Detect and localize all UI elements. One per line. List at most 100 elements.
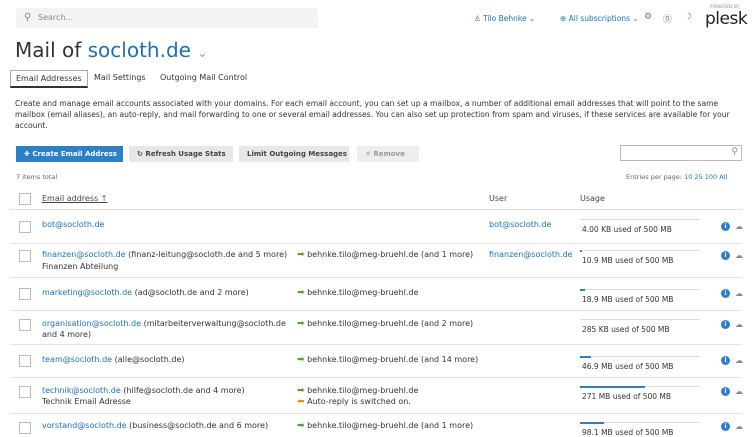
email-link[interactable]: organisation@socloth.de — [42, 319, 141, 328]
info-icon[interactable]: i — [721, 387, 730, 396]
usage-bar — [580, 289, 585, 291]
refresh-usage-label: Refresh Usage Stats — [145, 150, 226, 158]
table-row: bot@socloth.de bot@socloth.de 4.00 KB us… — [10, 211, 745, 244]
row-checkbox[interactable] — [19, 422, 31, 434]
table-row: organisation@socloth.de (mitarbeiterverw… — [10, 311, 745, 345]
tab-email-addresses[interactable]: Email Addresses — [10, 70, 88, 88]
col-usage-header: Usage — [580, 194, 605, 203]
select-all-checkbox[interactable] — [19, 193, 31, 205]
limit-outgoing-button[interactable]: Limit Outgoing Messages — [239, 146, 349, 162]
usage-text: 4.00 KB used of 500 MB — [582, 225, 672, 234]
forwarding-cell: ➡ behnke.tilo@meg-bruehl.de (and 1 more) — [297, 421, 473, 431]
chat-icon[interactable]: ☁ — [735, 251, 745, 260]
autoreply-cell: ⬅ Auto-reply is switched on. — [297, 397, 411, 407]
sort-asc-icon: ↑ — [100, 194, 108, 203]
row-checkbox[interactable] — [19, 288, 31, 300]
info-icon[interactable]: i — [721, 356, 730, 365]
night-mode-icon[interactable]: ☽ — [684, 12, 692, 22]
info-icon[interactable]: i — [721, 320, 730, 329]
page-description: Create and manage email accounts associa… — [15, 99, 730, 130]
forward-arrow-icon: ➡ — [297, 386, 305, 396]
remove-button[interactable]: ✕ Remove — [357, 146, 419, 162]
brand-logo[interactable]: plesk — [705, 9, 748, 29]
user-link[interactable]: finanzen@socloth.de — [489, 250, 573, 259]
email-link[interactable]: bot@socloth.de — [42, 220, 104, 229]
chevron-down-icon: ⌄ — [526, 14, 536, 23]
usage-bar — [580, 250, 582, 252]
alias-text: (finanz-leitung@socloth.de and 5 more) — [128, 250, 288, 259]
usage-meter: 10.9 MB used of 500 MB — [580, 250, 708, 265]
email-cell: vorstand@socloth.de (business@socloth.de… — [42, 421, 268, 430]
entries-per-page-label: Entries per page: — [626, 173, 682, 181]
chat-icon[interactable]: ☁ — [735, 387, 745, 396]
user-menu[interactable]: ♙ Tilo Behnke ⌄ — [474, 14, 535, 23]
col-email-header[interactable]: Email address ↑ — [42, 194, 107, 203]
refresh-usage-button[interactable]: ↻ Refresh Usage Stats — [129, 146, 233, 162]
info-icon[interactable]: i — [721, 222, 730, 231]
forwarding-text: behnke.tilo@meg-bruehl.de (and 1 more) — [307, 250, 474, 259]
forwarding-cell: ➡ behnke.tilo@meg-bruehl.de (and 2 more) — [297, 319, 473, 329]
email-cell: technik@socloth.de (hilfe@socloth.de and… — [42, 386, 245, 395]
alias-text: (business@socloth.de and 6 more) — [129, 421, 269, 430]
extensions-icon[interactable]: ⚙ — [644, 12, 652, 22]
usage-meter: 46.9 MB used of 500 MB — [580, 356, 708, 371]
usage-text: 271 MB used of 500 MB — [582, 392, 672, 401]
table-row: vorstand@socloth.de (business@socloth.de… — [10, 414, 745, 437]
globe-icon: ⊕ — [560, 14, 569, 23]
autoreply-arrow-icon: ⬅ — [297, 397, 305, 407]
chat-icon[interactable]: ☁ — [735, 289, 745, 298]
usage-meter: 18.9 MB used of 500 MB — [580, 289, 708, 304]
page-title-prefix: Mail of — [15, 38, 82, 62]
chat-icon[interactable]: ☁ — [735, 422, 745, 431]
tab-outgoing-mail-control[interactable]: Outgoing Mail Control — [155, 70, 252, 88]
row-checkbox[interactable] — [19, 221, 31, 233]
forwarding-text: behnke.tilo@meg-bruehl.de (and 14 more) — [307, 355, 479, 364]
usage-meter: 285 KB used of 500 MB — [580, 319, 708, 334]
create-email-label: Create Email Address — [32, 150, 117, 158]
tab-mail-settings[interactable]: Mail Settings — [89, 70, 151, 88]
row-checkbox[interactable] — [19, 319, 31, 331]
table-row: marketing@socloth.de (ad@socloth.de and … — [10, 278, 745, 311]
entries-per-page-options[interactable]: 10 25 100 All — [684, 173, 727, 181]
autoreply-text: Auto-reply is switched on. — [307, 397, 411, 406]
chat-icon[interactable]: ☁ — [735, 222, 745, 231]
usage-meter: 98.1 MB used of 500 MB — [580, 422, 708, 437]
email-link[interactable]: marketing@socloth.de — [42, 288, 132, 297]
search-input[interactable]: Search... — [38, 13, 73, 22]
create-email-button[interactable]: ✚ Create Email Address — [16, 146, 123, 162]
alias-text: (mitarbeiterverwaltung@socloth.de — [143, 319, 286, 328]
remove-label: Remove — [373, 150, 405, 158]
forward-arrow-icon: ➡ — [297, 355, 305, 365]
email-cell: team@socloth.de (alle@socloth.de) — [42, 355, 184, 364]
row-checkbox[interactable] — [19, 386, 31, 398]
search-box[interactable]: ⚲ Search... — [16, 8, 318, 28]
usage-bar — [580, 422, 604, 424]
forwarding-text: behnke.tilo@meg-bruehl.de — [307, 288, 419, 297]
help-icon[interactable]: ⓪ — [663, 12, 672, 25]
subscriptions-menu[interactable]: ⊕ All subscriptions ⌄ — [560, 14, 639, 23]
email-link[interactable]: technik@socloth.de — [42, 386, 121, 395]
usage-text: 98.1 MB used of 500 MB — [582, 428, 674, 437]
info-icon[interactable]: i — [721, 422, 730, 431]
email-link[interactable]: team@socloth.de — [42, 355, 112, 364]
info-icon[interactable]: i — [721, 289, 730, 298]
chat-icon[interactable]: ☁ — [735, 320, 745, 329]
email-link[interactable]: finanzen@socloth.de — [42, 250, 126, 259]
email-link[interactable]: vorstand@socloth.de — [42, 421, 127, 430]
info-icon[interactable]: i — [721, 251, 730, 260]
chevron-down-icon[interactable]: ⌄ — [197, 46, 207, 60]
alias-text: (alle@socloth.de) — [114, 355, 185, 364]
domain-selector[interactable]: socloth.de — [88, 38, 191, 62]
chat-icon[interactable]: ☁ — [735, 356, 745, 365]
email-description: Technik Email Adresse — [42, 397, 131, 406]
user-link[interactable]: bot@socloth.de — [489, 220, 551, 229]
user-icon: ♙ — [474, 14, 484, 23]
usage-text: 18.9 MB used of 500 MB — [582, 295, 674, 304]
usage-bar — [580, 386, 645, 388]
alias-text: (ad@socloth.de and 2 more) — [134, 288, 249, 297]
table-row: technik@socloth.de (hilfe@socloth.de and… — [10, 378, 745, 414]
filter-input[interactable]: ⚲ — [620, 145, 742, 161]
search-icon: ⚲ — [24, 12, 32, 23]
row-checkbox[interactable] — [19, 355, 31, 367]
row-checkbox[interactable] — [19, 250, 31, 262]
